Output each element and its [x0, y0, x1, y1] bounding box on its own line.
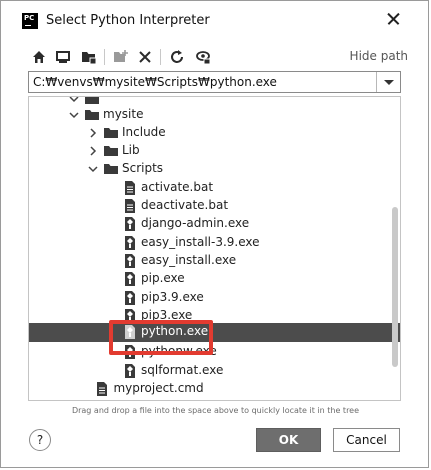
- tree-row-label: easy_install.exe: [141, 253, 237, 267]
- tree-row-label: mysite: [103, 107, 144, 121]
- chevron-down-icon[interactable]: [69, 110, 79, 120]
- tree-row[interactable]: [29, 398, 400, 401]
- executable-file-icon: [123, 291, 137, 305]
- show-hidden-icon[interactable]: [192, 46, 214, 68]
- script-file-icon: [123, 181, 137, 195]
- executable-file-icon: [123, 309, 137, 323]
- drag-drop-hint: Drag and drop a file into the space abov…: [71, 406, 360, 415]
- path-combo[interactable]: [28, 71, 401, 93]
- tree-row[interactable]: mysite: [29, 106, 400, 124]
- executable-file-icon: [123, 325, 137, 339]
- executable-file-icon: [123, 254, 137, 268]
- chevron-down-icon[interactable]: [88, 164, 98, 174]
- new-folder-icon[interactable]: [110, 46, 132, 68]
- app-icon-text: PC: [24, 14, 35, 22]
- toolbar: Hide path: [28, 46, 408, 68]
- tree-row-label: pythonw.exe: [141, 344, 217, 358]
- pycharm-app-icon: PC: [22, 13, 38, 29]
- executable-file-icon: [123, 364, 137, 378]
- tree-row-label: Include: [122, 125, 166, 139]
- executable-file-icon: [123, 345, 137, 359]
- tree-row[interactable]: easy_install-3.9.exe: [29, 234, 400, 252]
- file-tree[interactable]: mysite Include Lib Scripts activate.bat deact…: [28, 96, 401, 401]
- tree-row-label: django-admin.exe: [141, 216, 250, 230]
- refresh-icon[interactable]: [166, 46, 188, 68]
- folder-icon: [104, 126, 118, 140]
- title-bar: PC Select Python Interpreter: [1, 1, 428, 41]
- script-file-icon: [123, 199, 137, 213]
- executable-file-icon: [123, 272, 137, 286]
- help-button[interactable]: ?: [29, 429, 51, 451]
- folder-icon: [104, 144, 118, 158]
- script-file-icon: [95, 400, 109, 401]
- tree-row-label: python.exe: [141, 324, 209, 338]
- tree-row-label: Scripts: [122, 161, 164, 175]
- tree-row[interactable]: myproject.cmd: [29, 380, 400, 398]
- dialog-title: Select Python Interpreter: [46, 13, 210, 28]
- tree-row[interactable]: pip3.9.exe: [29, 289, 400, 307]
- folder-icon: [104, 162, 118, 176]
- chevron-down-icon[interactable]: [376, 72, 400, 92]
- tree-row[interactable]: deactivate.bat: [29, 197, 400, 215]
- hide-path-link[interactable]: Hide path: [350, 49, 408, 63]
- script-file-icon: [95, 382, 109, 396]
- path-input[interactable]: [29, 72, 374, 92]
- tree-row-label: pip3.exe: [141, 308, 193, 322]
- tree-row[interactable]: django-admin.exe: [29, 215, 400, 233]
- tree-row[interactable]: easy_install.exe: [29, 252, 400, 270]
- tree-row[interactable]: Include: [29, 124, 400, 142]
- chevron-right-icon[interactable]: [88, 128, 98, 138]
- executable-file-icon: [123, 217, 137, 231]
- tree-row[interactable]: python.exe: [29, 323, 400, 342]
- tree-row-label: deactivate.bat: [141, 198, 229, 212]
- folder-icon: [85, 97, 99, 106]
- tree-row[interactable]: Scripts: [29, 160, 400, 178]
- chevron-down-icon[interactable]: [69, 97, 79, 104]
- tree-row-label: activate.bat: [141, 180, 214, 194]
- tree-row[interactable]: Lib: [29, 142, 400, 160]
- delete-icon[interactable]: [134, 46, 156, 68]
- close-icon[interactable]: [384, 9, 404, 29]
- tree-row-label: Lib: [122, 143, 140, 157]
- chevron-right-icon[interactable]: [88, 146, 98, 156]
- tree-row[interactable]: sqlformat.exe: [29, 362, 400, 380]
- folder-icon: [85, 108, 99, 122]
- cancel-button[interactable]: Cancel: [333, 428, 400, 452]
- tree-row-label: sqlformat.exe: [141, 363, 224, 377]
- tree-row-label: pip.exe: [141, 271, 185, 285]
- tree-row[interactable]: activate.bat: [29, 179, 400, 197]
- tree-row-label: pip3.9.exe: [141, 290, 204, 304]
- tree-row[interactable]: pythonw.exe: [29, 343, 400, 361]
- tree-row-label: myproject.cmd: [113, 381, 204, 395]
- home-icon[interactable]: [28, 46, 50, 68]
- tree-row[interactable]: pip.exe: [29, 270, 400, 288]
- tree-scrollbar[interactable]: [392, 207, 398, 367]
- desktop-icon[interactable]: [52, 46, 74, 68]
- toolbar-separator: [104, 49, 105, 65]
- toolbar-separator: [160, 49, 161, 65]
- project-folder-icon[interactable]: [78, 46, 100, 68]
- executable-file-icon: [123, 236, 137, 250]
- tree-row-label: easy_install-3.9.exe: [141, 235, 260, 249]
- ok-button[interactable]: OK: [256, 428, 321, 452]
- select-interpreter-dialog: PC Select Python Interpreter Hide path C…: [0, 0, 429, 468]
